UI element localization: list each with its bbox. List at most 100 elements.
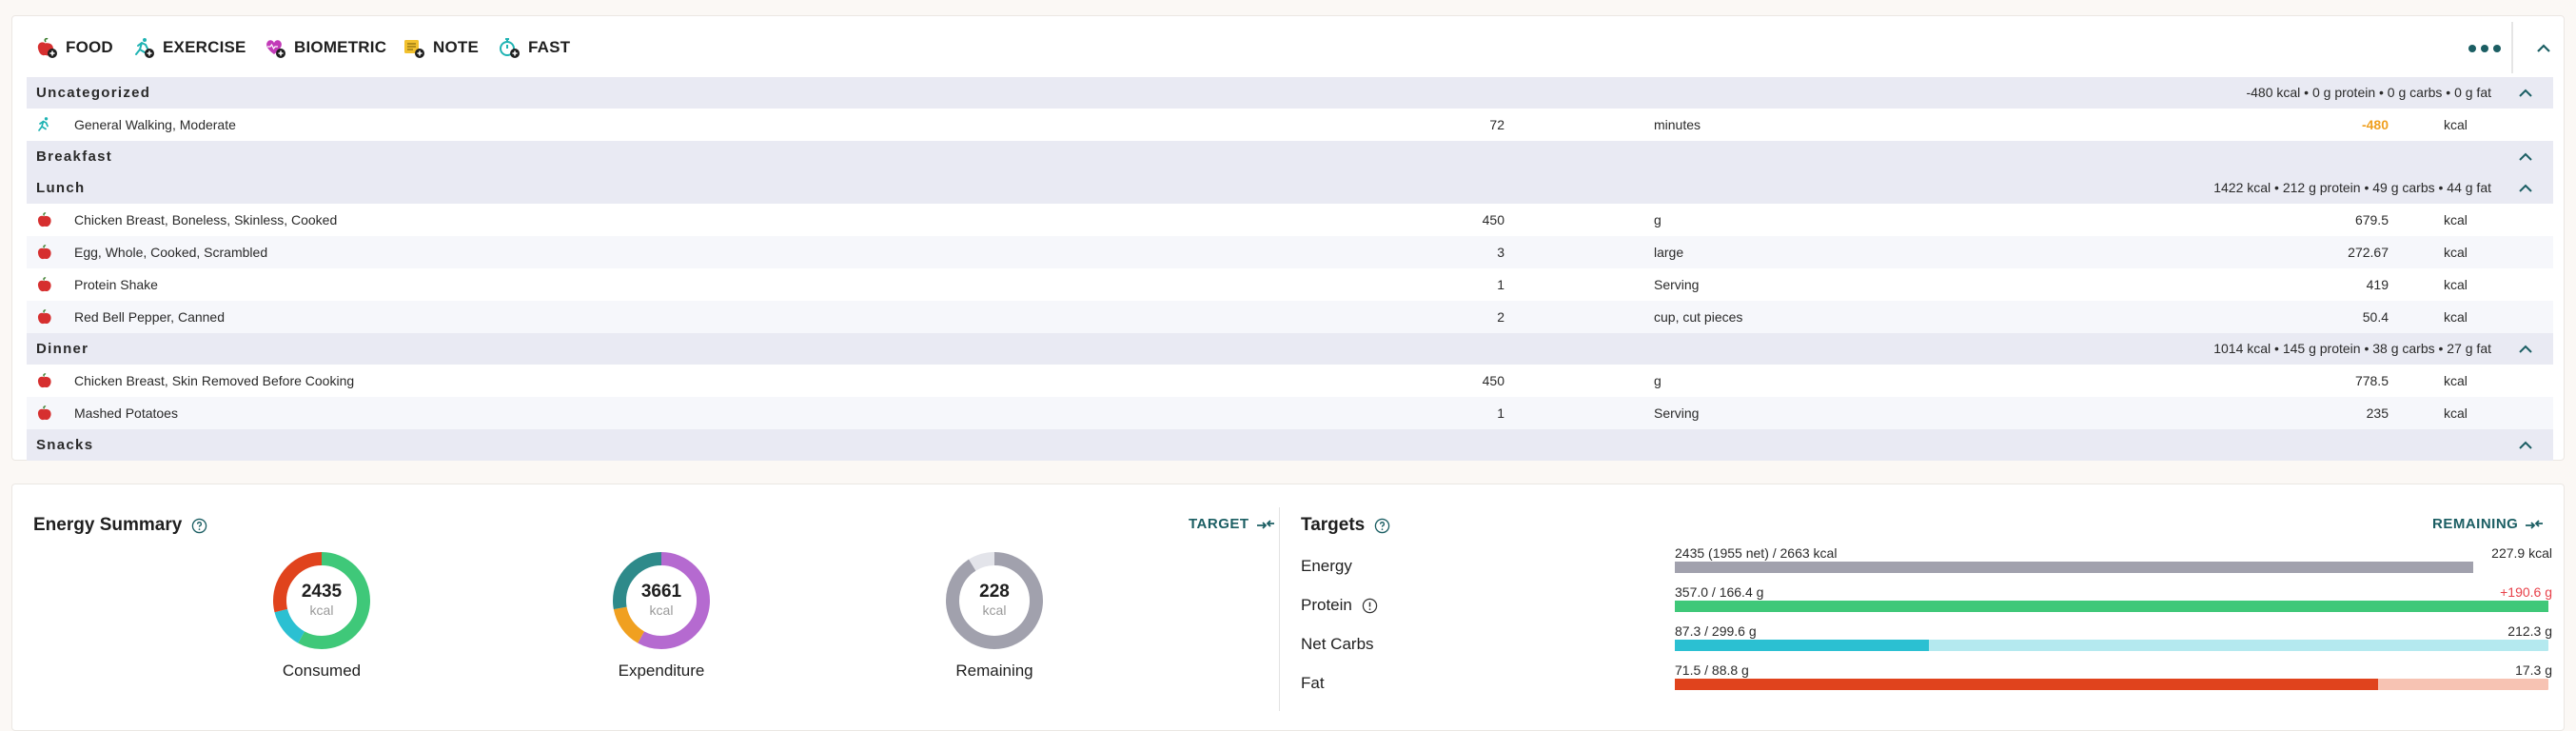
chevron-up-icon[interactable]: [2517, 437, 2534, 454]
diary-entry-row[interactable]: Egg, Whole, Cooked, Scrambled 3 large 272.6…: [27, 236, 2553, 268]
heart-add-icon: [266, 40, 285, 58]
meal-group-summary: 1422 kcal • 212 g protein • 49 g carbs •…: [2213, 180, 2491, 195]
entry-energy: -480: [2361, 117, 2389, 132]
remaining-toggle-link[interactable]: REMAINING: [2432, 516, 2545, 532]
entry-name: Chicken Breast, Skin Removed Before Cook…: [74, 373, 355, 388]
help-icon[interactable]: [1374, 518, 1390, 534]
target-label-text: Net Carbs: [1301, 635, 1374, 653]
add-fast-button[interactable]: FAST: [498, 35, 570, 60]
target-progress-bar: [1675, 562, 2548, 573]
entry-unit: Serving: [1654, 405, 1700, 421]
target-remaining: +190.6 g: [2500, 584, 2552, 600]
entry-energy-unit: kcal: [2444, 309, 2468, 325]
remaining-label: Remaining: [955, 662, 1033, 680]
more-options-button[interactable]: [2466, 37, 2504, 60]
stopwatch-add-icon: [500, 38, 520, 58]
remaining-unit: kcal: [982, 603, 1007, 618]
target-progress-text: 357.0 / 166.4 g: [1675, 584, 1764, 600]
diary-entry-row[interactable]: Chicken Breast, Skin Removed Before Cook…: [27, 365, 2553, 397]
meal-group-name: Dinner: [36, 341, 89, 357]
food-icon: [36, 308, 53, 326]
entry-energy: 50.4: [2362, 309, 2389, 325]
add-food-button[interactable]: FOOD: [35, 35, 113, 60]
meal-group-snacks[interactable]: Snacks: [27, 429, 2553, 461]
entry-quantity: 3: [1497, 245, 1504, 260]
food-icon: [36, 211, 53, 228]
add-exercise-button[interactable]: EXERCISE: [132, 35, 246, 60]
energy-summary-heading: Energy Summary: [33, 515, 183, 535]
entry-unit: Serving: [1654, 277, 1700, 292]
expenditure-label: Expenditure: [618, 662, 705, 680]
entry-quantity: 1: [1497, 277, 1504, 292]
add-biometric-button[interactable]: BIOMETRIC: [264, 35, 386, 60]
food-icon: [36, 276, 53, 293]
target-label-text: Fat: [1301, 674, 1325, 692]
meal-group-breakfast[interactable]: Breakfast: [27, 141, 2553, 172]
diary-entry-row[interactable]: Chicken Breast, Boneless, Skinless, Cook…: [27, 204, 2553, 236]
meal-group-name: Uncategorized: [36, 85, 151, 101]
target-progress-fill: [1675, 640, 1930, 651]
entry-energy: 778.5: [2354, 373, 2389, 388]
food-icon: [36, 244, 53, 261]
remaining-value: 228: [979, 582, 1010, 602]
meal-group-dinner[interactable]: Dinner 1014 kcal • 145 g protein • 38 g c…: [27, 333, 2553, 365]
help-icon[interactable]: [191, 518, 207, 534]
target-label-net-carbs: Net Carbs: [1301, 635, 1374, 654]
target-remaining: 227.9 kcal: [2491, 545, 2552, 561]
chevron-up-icon[interactable]: [2517, 85, 2534, 102]
meal-group-uncategorized[interactable]: Uncategorized -480 kcal • 0 g protein • 0…: [27, 77, 2553, 109]
meal-group-name: Breakfast: [36, 148, 113, 165]
entry-quantity: 1: [1497, 405, 1504, 421]
meal-group-name: Snacks: [36, 437, 94, 453]
entry-name: Chicken Breast, Boneless, Skinless, Cook…: [74, 212, 338, 227]
runner-add-icon: [135, 38, 154, 58]
entry-energy: 679.5: [2354, 212, 2389, 227]
swap-arrows-icon: [2526, 519, 2544, 529]
food-icon: [36, 372, 53, 389]
entry-unit: large: [1654, 245, 1684, 260]
entry-energy-unit: kcal: [2444, 277, 2468, 292]
diary-entry-row[interactable]: Red Bell Pepper, Canned 2 cup, cut pieces 5…: [27, 301, 2553, 333]
target-progress-text: 71.5 / 88.8 g: [1675, 662, 1749, 678]
entry-energy-unit: kcal: [2444, 245, 2468, 260]
chevron-up-icon[interactable]: [2517, 180, 2534, 197]
swap-arrows-icon: [1256, 519, 1274, 529]
expenditure-value: 3661: [640, 582, 682, 602]
chevron-up-icon[interactable]: [2517, 341, 2534, 358]
remaining-link-label: REMAINING: [2432, 516, 2519, 532]
target-label-fat: Fat: [1301, 674, 1325, 693]
meal-group-summary: 1014 kcal • 145 g protein • 38 g carbs •…: [2213, 341, 2491, 356]
entry-energy-unit: kcal: [2444, 117, 2468, 132]
expenditure-unit: kcal: [649, 603, 674, 618]
target-progress-bar: [1675, 601, 2548, 612]
add-food-label: FOOD: [66, 38, 113, 56]
exercise-icon: [36, 116, 53, 133]
diary-entry-row[interactable]: Mashed Potatoes 1 Serving 235 kcal: [27, 397, 2553, 429]
entry-energy-unit: kcal: [2444, 405, 2468, 421]
entry-energy-unit: kcal: [2444, 212, 2468, 227]
apple-add-icon: [37, 37, 57, 58]
remaining-ring: 228 kcal: [945, 551, 1044, 650]
entry-energy-unit: kcal: [2444, 373, 2468, 388]
target-progress-fill: [1675, 601, 2548, 612]
target-remaining: 212.3 g: [2507, 623, 2552, 639]
entry-quantity: 450: [1482, 212, 1504, 227]
entry-unit: g: [1654, 212, 1662, 227]
meal-group-name: Lunch: [36, 180, 86, 196]
target-progress-fill: [1675, 679, 2378, 690]
info-icon[interactable]: [1362, 598, 1378, 614]
entry-name: Protein Shake: [74, 277, 158, 292]
diary-entry-row[interactable]: General Walking, Moderate 72 minutes -480 kc…: [27, 109, 2553, 141]
toolbar-divider: [2511, 22, 2513, 73]
target-progress-text: 2435 (1955 net) / 2663 kcal: [1675, 545, 1838, 561]
diary-entry-row[interactable]: Protein Shake 1 Serving 419 kcal: [27, 268, 2553, 301]
entry-name: Mashed Potatoes: [74, 405, 178, 421]
target-progress-bar: [1675, 640, 2548, 651]
collapse-diary-chevron-up-icon[interactable]: [2534, 39, 2553, 58]
expenditure-ring: 3661 kcal: [612, 551, 711, 650]
meal-group-lunch[interactable]: Lunch 1422 kcal • 212 g protein • 49 g ca…: [27, 172, 2553, 204]
chevron-up-icon[interactable]: [2517, 148, 2534, 166]
add-note-button[interactable]: NOTE: [403, 35, 479, 60]
target-toggle-link[interactable]: TARGET: [1189, 516, 1276, 532]
entry-unit: cup, cut pieces: [1654, 309, 1743, 325]
